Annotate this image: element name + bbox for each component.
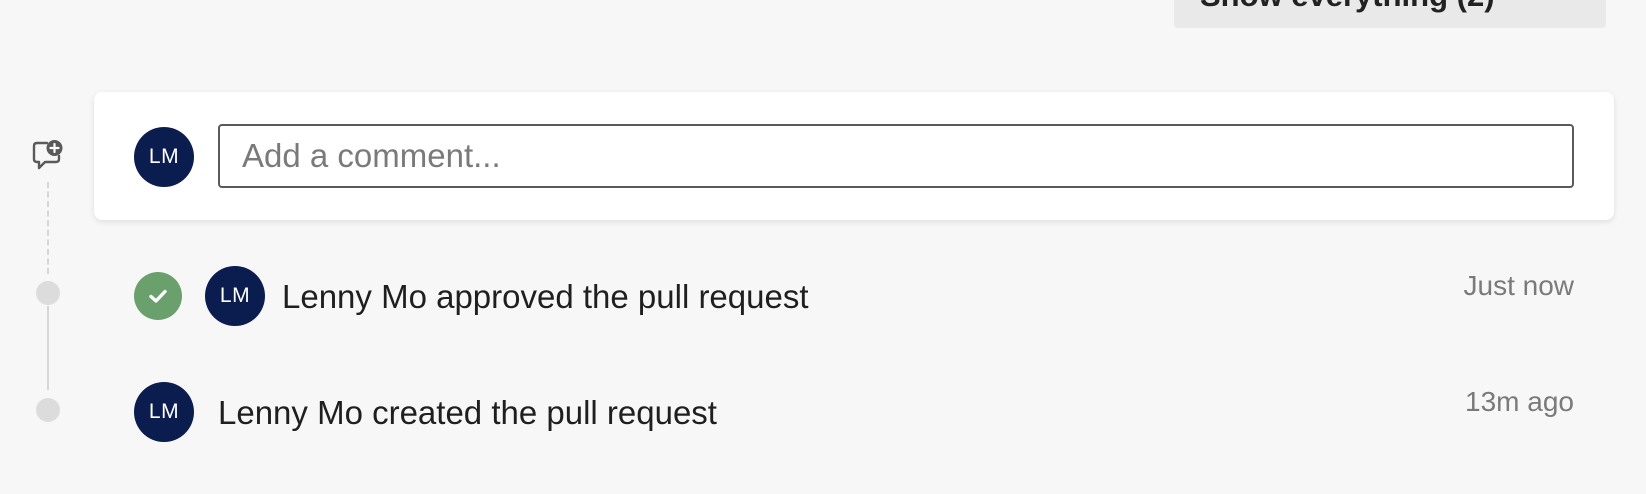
chevron-down-icon (1558, 0, 1580, 5)
timeline-rail-dashed (47, 182, 49, 274)
activity-text: Lenny Mo approved the pull request (282, 278, 809, 315)
comment-card: LM (94, 92, 1614, 220)
activity-item: LM Lenny Mo created the pull request 13m… (0, 378, 1646, 448)
avatar[interactable]: LM (134, 382, 194, 442)
activity-filter-label: Show everything (2) (1200, 0, 1495, 14)
avatar[interactable]: LM (134, 127, 194, 187)
activity-timestamp[interactable]: 13m ago (1465, 386, 1574, 418)
activity-filter-dropdown[interactable]: Show everything (2) (1174, 0, 1606, 28)
activity-item: LM Lenny Mo approved the pull request Ju… (0, 262, 1646, 332)
check-circle-icon (134, 272, 182, 320)
pull-request-activity: Show everything (2) LM LM Lenny Mo appro… (0, 0, 1646, 494)
comment-add-icon (32, 140, 63, 170)
activity-text: Lenny Mo created the pull request (218, 394, 717, 431)
activity-timestamp[interactable]: Just now (1464, 270, 1575, 302)
comment-input[interactable] (218, 124, 1574, 188)
avatar[interactable]: LM (205, 266, 265, 326)
